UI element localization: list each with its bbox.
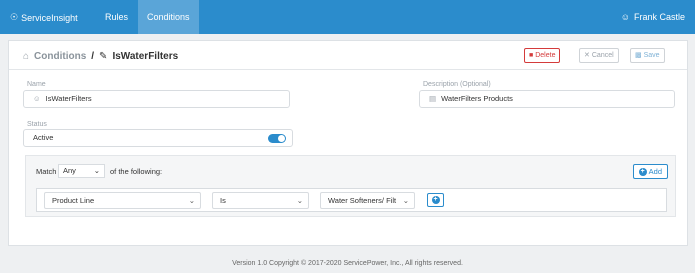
add-value-button[interactable]: + (427, 193, 444, 207)
status-value: Active (33, 133, 54, 142)
delete-label: Delete (535, 52, 556, 59)
top-navbar: ☉ ServiceInsight Rules Conditions ☺ Fran… (0, 0, 695, 34)
plus-circle-icon: + (638, 167, 647, 176)
condition-card: ⌂ Conditions / ✎ IsWaterFilters ■ Delete… (8, 40, 688, 246)
name-field[interactable]: ☺ IsWaterFilters (23, 90, 290, 108)
save-label: Save (643, 52, 660, 59)
condition-value-select[interactable]: Water Softeners/ Filt ⌄ (320, 192, 415, 209)
save-button[interactable]: ▩ Save (630, 48, 665, 63)
name-value: IsWaterFilters (45, 94, 92, 103)
match-suffix: of the following: (110, 167, 163, 176)
save-icon: ▩ (635, 52, 642, 59)
status-field: Active (23, 129, 293, 147)
cancel-button[interactable]: ✕ Cancel (579, 48, 619, 63)
status-toggle[interactable] (268, 134, 286, 143)
footer-copyright: Version 1.0 Copyright © 2017-2020 Servic… (232, 260, 463, 267)
cancel-label: Cancel (591, 52, 614, 59)
page-title: IsWaterFilters (112, 51, 179, 62)
trash-icon: ■ (529, 52, 534, 59)
delete-button[interactable]: ■ Delete (524, 48, 561, 63)
plus-circle-icon: + (431, 196, 440, 204)
name-label: Name (27, 81, 46, 88)
nav-conditions[interactable]: Conditions (138, 0, 199, 34)
description-label: Description (Optional) (423, 81, 491, 88)
card-header: ⌂ Conditions / ✎ IsWaterFilters ■ Delete… (9, 41, 687, 70)
condition-operator-value: Is (220, 196, 226, 205)
user-name: Frank Castle (633, 12, 685, 22)
home-icon[interactable]: ⌂ (23, 51, 29, 62)
condition-operator-select[interactable]: Is ⌄ (212, 192, 309, 209)
match-panel: Match Any ⌄ of the following: + Add Prod… (25, 155, 676, 217)
status-label: Status (27, 121, 47, 128)
close-icon: ✕ (584, 52, 590, 59)
document-icon: ▤ (429, 94, 437, 103)
user-menu[interactable]: ☺ Frank Castle (621, 12, 685, 22)
chevron-down-icon: ⌄ (296, 196, 303, 205)
condition-row: Product Line ⌄ Is ⌄ Water Softeners/ Fil… (36, 188, 667, 212)
lightbulb-icon: ☉ (10, 12, 19, 22)
match-mode-value: Any (63, 166, 76, 175)
brand[interactable]: ☉ ServiceInsight (10, 12, 78, 23)
breadcrumb: ⌂ Conditions / ✎ IsWaterFilters (23, 51, 178, 62)
match-prefix: Match (36, 167, 57, 176)
breadcrumb-separator: / (91, 51, 95, 62)
condition-field-select[interactable]: Product Line ⌄ (44, 192, 201, 209)
add-label: Add (648, 167, 662, 176)
match-mode-select[interactable]: Any ⌄ (58, 164, 105, 178)
user-icon: ☺ (620, 12, 630, 22)
add-condition-button[interactable]: + Add (632, 164, 668, 179)
breadcrumb-conditions[interactable]: Conditions (34, 51, 86, 62)
edit-icon: ✎ (99, 51, 108, 62)
user-icon: ☺ (33, 94, 41, 103)
condition-value-text: Water Softeners/ Filt (328, 196, 397, 205)
description-value: WaterFilters Products (441, 94, 513, 103)
brand-name: ServiceInsight (21, 12, 78, 23)
description-field[interactable]: ▤ WaterFilters Products (419, 90, 675, 108)
chevron-down-icon: ⌄ (188, 196, 195, 205)
chevron-down-icon: ⌄ (401, 193, 409, 208)
condition-field-value: Product Line (52, 196, 95, 205)
chevron-down-icon: ⌄ (93, 166, 100, 175)
nav-rules[interactable]: Rules (96, 0, 137, 34)
